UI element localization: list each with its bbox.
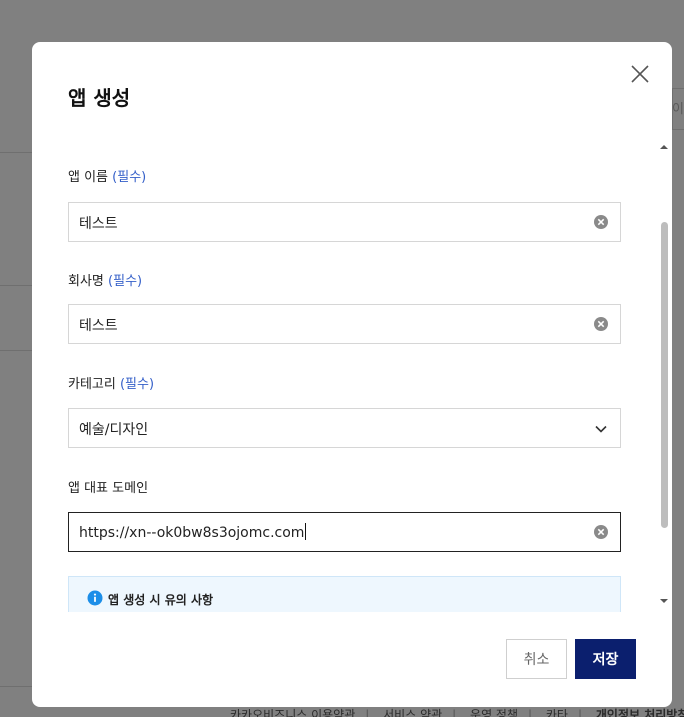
background-divider (0, 686, 32, 687)
create-app-dialog: 앱 생성 앱 이름 (필수) 테스트 회사명 (필수) 테스트 카테고리 (필수… (32, 42, 672, 707)
scrollbar-thumb[interactable] (661, 222, 668, 528)
domain-input[interactable]: https://xn--ok0bw8s3ojomc.com (68, 512, 621, 552)
scroll-down-arrow-icon[interactable] (658, 596, 670, 606)
domain-text: https://xn--ok0bw8s3ojomc.com (79, 525, 305, 541)
label-text: 앱 대표 도메인 (68, 481, 149, 496)
required-mark: (필수) (108, 274, 143, 289)
company-label: 회사명 (필수) (68, 270, 142, 289)
notice-box: 앱 생성 시 유의 사항 (68, 576, 621, 612)
background-footer: 카카오비즈니스 이용약관 | 서비스 약관 | 운영 정책 | 카타 | 개인정보 처리… (230, 706, 684, 717)
background-divider (0, 285, 32, 286)
text-cursor (305, 523, 307, 540)
company-value: 테스트 (79, 318, 118, 334)
save-button[interactable]: 저장 (575, 639, 636, 679)
footer-link[interactable]: 서비스 약관 (383, 708, 442, 717)
footer-link[interactable]: 운영 정책 (470, 708, 518, 717)
required-mark: (필수) (112, 170, 147, 185)
category-select[interactable]: 예술/디자인 (68, 408, 621, 448)
notice-title: 앱 생성 시 유의 사항 (108, 593, 214, 607)
app-name-value: 테스트 (79, 216, 118, 232)
category-label: 카테고리 (필수) (68, 373, 154, 392)
footer-link[interactable]: 카타 (546, 708, 568, 717)
label-text: 회사명 (68, 274, 104, 289)
background-divider (0, 152, 32, 153)
dialog-body: 앱 이름 (필수) 테스트 회사명 (필수) 테스트 카테고리 (필수) 예술/… (32, 132, 656, 612)
label-text: 앱 이름 (68, 170, 109, 185)
close-icon (631, 65, 649, 83)
domain-value: https://xn--ok0bw8s3ojomc.com (79, 523, 307, 541)
clear-icon[interactable] (593, 316, 609, 332)
info-icon (87, 590, 103, 606)
close-button[interactable] (628, 62, 652, 86)
chevron-down-icon (595, 425, 607, 433)
background-divider (0, 350, 32, 351)
app-name-input[interactable]: 테스트 (68, 202, 621, 242)
clear-icon[interactable] (593, 214, 609, 230)
domain-label: 앱 대표 도메인 (68, 477, 148, 496)
cancel-button[interactable]: 취소 (506, 639, 567, 679)
company-input[interactable]: 테스트 (68, 304, 621, 344)
label-text: 카테고리 (68, 377, 116, 392)
background-column-label: 이름 (672, 102, 684, 117)
app-name-label: 앱 이름 (필수) (68, 166, 146, 185)
clear-icon[interactable] (593, 524, 609, 540)
footer-link[interactable]: 카카오비즈니스 이용약관 (230, 708, 355, 717)
category-value: 예술/디자인 (79, 422, 149, 438)
scroll-up-arrow-icon[interactable] (658, 142, 670, 152)
required-mark: (필수) (119, 377, 155, 392)
dialog-title: 앱 생성 (68, 86, 131, 110)
footer-link[interactable]: 개인정보 처리방침 (596, 708, 684, 717)
